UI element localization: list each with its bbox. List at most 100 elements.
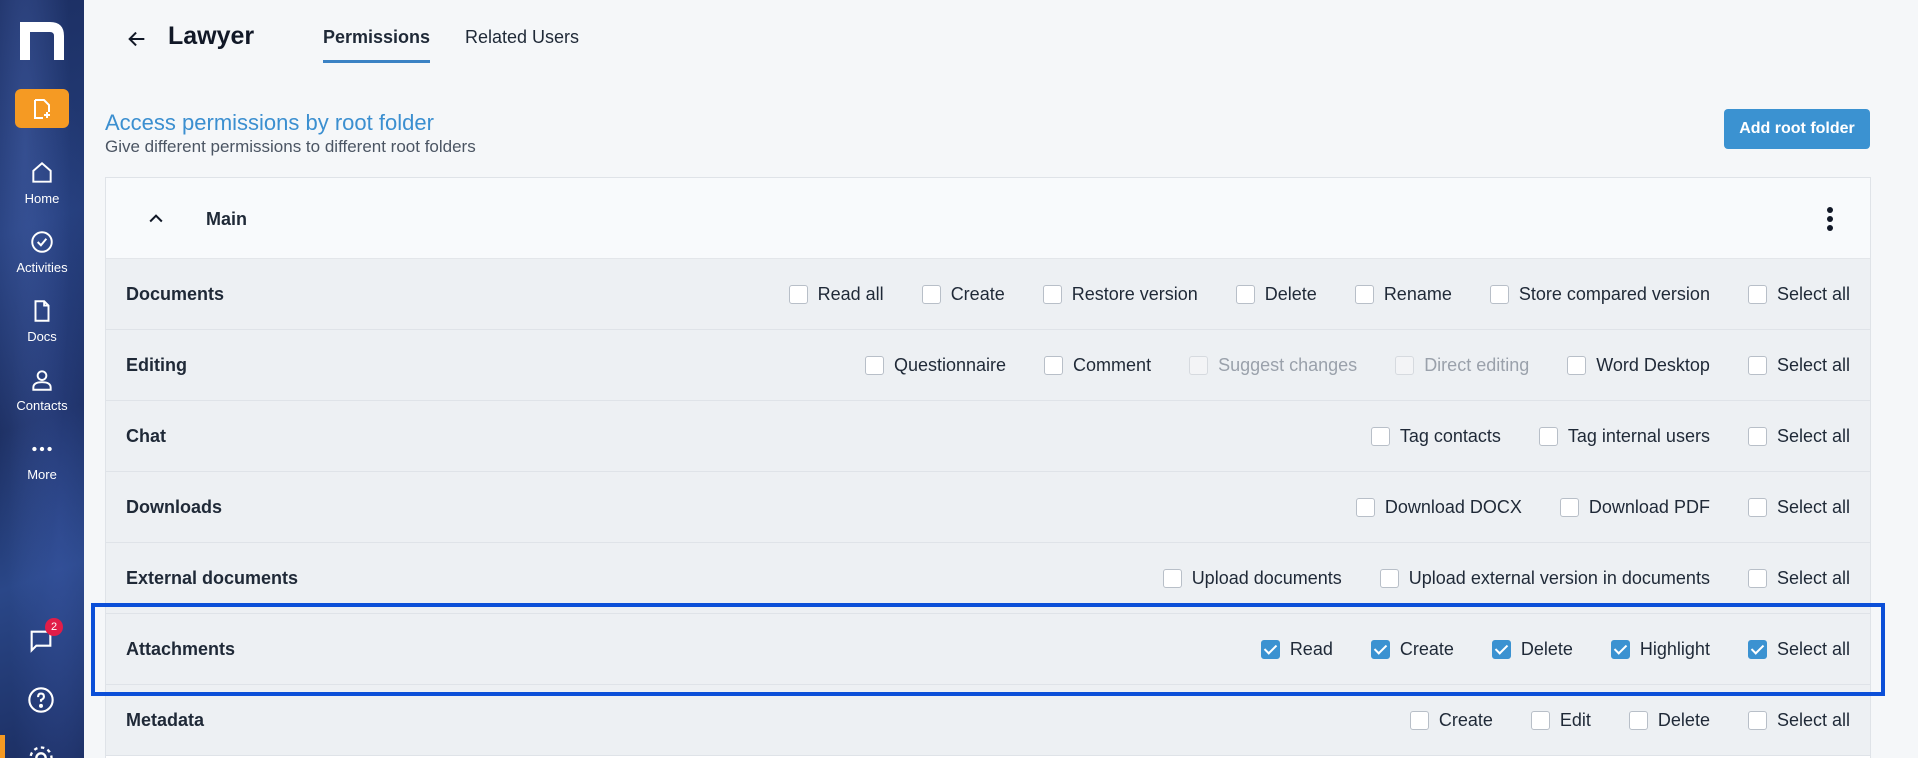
tab-permissions[interactable]: Permissions <box>323 27 431 63</box>
sidebar-item-docs[interactable]: Docs <box>0 298 84 344</box>
permission-option-label: Edit <box>1559 709 1591 730</box>
permission-option-tag-contacts[interactable]: Tag contacts <box>1370 426 1501 447</box>
permission-checkbox[interactable] <box>1354 284 1374 304</box>
permission-row-label: Downloads <box>126 497 223 517</box>
permission-option-edit[interactable]: Edit <box>1530 709 1591 731</box>
permission-checkbox[interactable] <box>1747 355 1767 375</box>
permission-checkbox[interactable] <box>1747 497 1767 517</box>
help-icon[interactable] <box>27 686 55 714</box>
permission-option-create[interactable]: Create <box>921 284 1005 305</box>
sidebar-item-label: More <box>27 467 57 482</box>
permission-checkbox[interactable] <box>1747 284 1767 304</box>
permission-option-select-all[interactable]: Select all <box>1747 426 1850 447</box>
permission-option-read-all[interactable]: Read all <box>788 284 884 305</box>
chevron-up-icon[interactable] <box>146 209 166 229</box>
permission-option-select-all[interactable]: Select all <box>1747 496 1850 518</box>
settings-icon[interactable] <box>27 744 55 758</box>
permission-option-download-pdf[interactable]: Download PDF <box>1559 496 1710 518</box>
permission-options: Download DOCX Download PDF Select all <box>1318 472 1850 542</box>
folder-header: Main <box>106 178 1870 259</box>
permission-option-label: Select all <box>1776 283 1850 304</box>
permission-checkbox[interactable] <box>1235 284 1255 304</box>
permission-option-create[interactable]: Create <box>1409 709 1493 731</box>
permission-checkbox[interactable] <box>1747 426 1767 446</box>
kebab-menu-icon[interactable] <box>1826 206 1834 232</box>
permission-option-label: Download PDF <box>1588 496 1710 517</box>
permission-checkbox <box>1395 355 1415 375</box>
permission-option-upload-external-version-in-documents[interactable]: Upload external version in documents <box>1379 568 1710 589</box>
permission-option-questionnaire[interactable]: Questionnaire <box>864 355 1006 376</box>
add-root-folder-button[interactable]: Add root folder <box>1724 109 1870 149</box>
permission-option-label: Store compared version <box>1518 283 1710 304</box>
section-subtitle: Give different permissions to different … <box>105 137 476 156</box>
new-document-button[interactable] <box>15 89 69 128</box>
permission-checkbox[interactable] <box>1559 497 1579 517</box>
section-title: Access permissions by root folder <box>105 110 434 135</box>
permission-row-documents: Documents Read all Create Restore version De… <box>106 259 1870 330</box>
permission-option-rename[interactable]: Rename <box>1354 283 1452 305</box>
logo-icon <box>20 22 64 60</box>
sidebar-item-home[interactable]: Home <box>0 160 84 206</box>
permission-checkbox[interactable] <box>1628 710 1648 730</box>
permission-option-select-all[interactable]: Select all <box>1747 710 1850 731</box>
sidebar-item-label: Contacts <box>16 398 68 413</box>
sidebar-item-contacts[interactable]: Contacts <box>0 367 84 413</box>
sidebar-item-label: Home <box>24 191 60 206</box>
tab-related-users[interactable]: Related Users <box>465 27 579 60</box>
permission-option-label: Rename <box>1383 283 1452 304</box>
permission-option-delete[interactable]: Delete <box>1628 710 1710 731</box>
sidebar-item-activities[interactable]: Activities <box>0 229 84 275</box>
permission-checkbox[interactable] <box>864 355 884 375</box>
sidebar-item-label: Activities <box>16 260 68 275</box>
permission-checkbox[interactable] <box>1747 568 1767 588</box>
permission-option-delete[interactable]: Delete <box>1235 284 1317 305</box>
permission-row-label: Chat <box>126 426 166 446</box>
permission-option-word-desktop[interactable]: Word Desktop <box>1567 355 1710 376</box>
permission-checkbox[interactable] <box>1370 426 1390 446</box>
permission-checkbox[interactable] <box>1162 568 1182 588</box>
permission-checkbox[interactable] <box>788 284 808 304</box>
permission-option-select-all[interactable]: Select all <box>1747 283 1850 305</box>
permission-checkbox[interactable] <box>1409 710 1429 730</box>
folder-name: Main <box>206 209 248 229</box>
permission-option-label: Tag internal users <box>1567 425 1710 446</box>
permission-option-download-docx[interactable]: Download DOCX <box>1355 496 1522 518</box>
header: Lawyer Permissions Related Users <box>84 0 1918 78</box>
permission-checkbox[interactable] <box>1538 426 1558 446</box>
chat-badge: 2 <box>45 618 63 636</box>
permission-checkbox[interactable] <box>1044 355 1064 375</box>
page-title: Lawyer <box>168 22 255 50</box>
permission-option-store-compared-version[interactable]: Store compared version <box>1489 283 1710 305</box>
permission-checkbox[interactable] <box>1567 355 1587 375</box>
more-dots-icon <box>32 446 52 452</box>
attachments-highlight <box>91 603 1885 696</box>
home-icon <box>32 161 52 183</box>
permission-option-select-all[interactable]: Select all <box>1747 568 1850 589</box>
permission-option-label: Comment <box>1073 354 1152 375</box>
permission-checkbox[interactable] <box>921 284 941 304</box>
permission-checkbox[interactable] <box>1489 284 1509 304</box>
permission-option-label: Create <box>1438 709 1493 730</box>
permission-checkbox[interactable] <box>1747 710 1767 730</box>
permission-option-select-all[interactable]: Select all <box>1747 355 1850 376</box>
sidebar-item-more[interactable]: More <box>0 436 84 482</box>
permission-option-label: Direct editing <box>1424 354 1530 375</box>
permission-option-restore-version[interactable]: Restore version <box>1042 284 1198 305</box>
permission-option-label: Select all <box>1776 496 1850 517</box>
permission-checkbox[interactable] <box>1042 284 1062 304</box>
permission-options: Read all Create Restore version Delete Renam… <box>751 259 1850 329</box>
permission-checkbox[interactable] <box>1355 497 1375 517</box>
permission-row-label: Documents <box>126 284 225 304</box>
permission-option-comment[interactable]: Comment <box>1044 355 1151 376</box>
permission-option-upload-documents[interactable]: Upload documents <box>1162 568 1342 589</box>
permission-option-tag-internal-users[interactable]: Tag internal users <box>1538 425 1710 447</box>
permission-checkbox[interactable] <box>1530 710 1550 730</box>
back-arrow-icon[interactable] <box>126 28 148 50</box>
permission-row-label: External documents <box>126 568 299 588</box>
permission-checkbox[interactable] <box>1379 568 1399 588</box>
permission-row-downloads: Downloads Download DOCX Download PDF Select… <box>106 472 1870 543</box>
permission-row-label: Metadata <box>126 710 205 730</box>
sidebar-item-label: Docs <box>27 329 57 344</box>
permission-option-label: Download DOCX <box>1384 496 1522 517</box>
permission-checkbox <box>1189 355 1209 375</box>
